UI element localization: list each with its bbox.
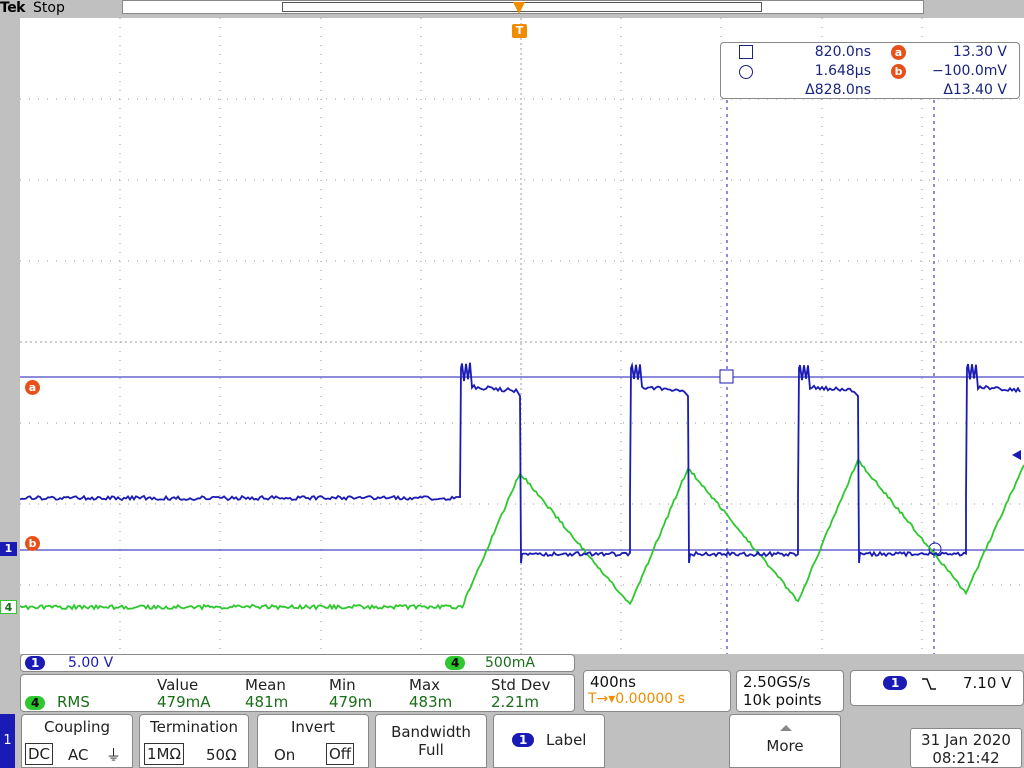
channel-menu-tab[interactable]: 1 (0, 714, 15, 768)
measurement-stddev: 2.21m (491, 693, 539, 711)
ch1-scale[interactable]: 5.00 V (68, 655, 113, 671)
coupling-ac-option[interactable]: AC (66, 745, 90, 765)
ch1-badge[interactable]: 1 (25, 656, 45, 670)
trigger-position: T→▾0.00000 s (588, 691, 685, 707)
label-button[interactable]: 1 Label (493, 714, 605, 768)
circle-cursor-icon (739, 65, 753, 79)
coupling-title: Coupling (22, 718, 132, 736)
cursor-a-marker[interactable]: a (25, 376, 40, 395)
sample-rate: 2.50GS/s (743, 673, 810, 691)
coupling-dc-option[interactable]: DC (25, 743, 53, 765)
invert-button[interactable]: Invert On Off (257, 714, 369, 768)
bandwidth-title: Bandwidth (376, 723, 486, 741)
measurement-header-value: Value (157, 676, 198, 694)
ch4-waveform (20, 460, 1024, 609)
trigger-position-marker[interactable]: T (512, 24, 527, 38)
waveform-display[interactable] (20, 18, 1024, 654)
square-cursor-icon (739, 45, 753, 59)
ch4-scale[interactable]: 500mA (485, 655, 535, 671)
trigger-level: 7.10 V (963, 674, 1011, 692)
termination-1mohm-option[interactable]: 1MΩ (144, 743, 184, 765)
trigger-level-arrow-icon (1012, 450, 1021, 460)
measurement-type: RMS (57, 693, 90, 711)
coupling-button[interactable]: Coupling DC AC ⏚ (21, 714, 133, 768)
cursor1-time: 820.0ns (761, 44, 871, 60)
ch4-ground-marker[interactable]: 4 (0, 600, 17, 614)
measurement-panel[interactable]: 4 RMS Value Mean Min Max Std Dev 479mA 4… (20, 674, 575, 712)
measurement-max: 483m (409, 693, 452, 711)
termination-title: Termination (140, 718, 248, 736)
ch1-waveform (20, 363, 1020, 563)
measurement-mean: 481m (245, 693, 288, 711)
bandwidth-button[interactable]: Bandwidth Full (375, 714, 487, 768)
cursor-b-marker[interactable]: b (25, 532, 40, 551)
invert-on-option[interactable]: On (272, 745, 297, 765)
datetime-display: 31 Jan 2020 08:21:42 (910, 728, 1022, 768)
more-button[interactable]: More (729, 714, 841, 768)
time: 08:21:42 (911, 749, 1021, 767)
coupling-ground-icon[interactable]: ⏚ (104, 745, 123, 765)
measurement-channel-badge: 4 (25, 696, 45, 710)
trigger-source-badge: 1 (883, 676, 907, 690)
ch4-badge[interactable]: 4 (445, 656, 465, 670)
date: 31 Jan 2020 (911, 731, 1021, 749)
measurement-header-stddev: Std Dev (491, 676, 550, 694)
invert-title: Invert (258, 718, 368, 736)
more-title: More (730, 737, 840, 755)
delta-time: Δ828.0ns (761, 82, 871, 98)
measurement-value: 479mA (157, 693, 211, 711)
cursor-a-value: 13.30 V (901, 44, 1007, 60)
brand-logo: Tek (0, 0, 25, 16)
waveform-layer (20, 18, 1024, 654)
cursor2-time: 1.648µs (761, 63, 871, 79)
termination-50ohm-option[interactable]: 50Ω (204, 745, 239, 765)
record-length: 10k points (743, 691, 822, 709)
delta-value: Δ13.40 V (901, 82, 1007, 98)
measurement-header-min: Min (329, 676, 356, 694)
measurement-min: 479m (329, 693, 372, 711)
trigger-panel[interactable]: 1 7.10 V (850, 670, 1024, 706)
channel-scale-bar: 1 5.00 V 4 500mA (20, 654, 575, 672)
more-chevron-icon (780, 725, 792, 731)
falling-edge-icon (921, 677, 937, 691)
label-title: Label (546, 731, 586, 749)
invert-off-option[interactable]: Off (326, 743, 354, 765)
termination-button[interactable]: Termination 1MΩ 50Ω (139, 714, 249, 768)
run-state: Stop (33, 0, 65, 16)
cursor-b-value: −100.0mV (901, 63, 1007, 79)
timebase-panel[interactable]: 400ns T→▾0.00000 s (583, 670, 731, 712)
timebase-scale: 400ns (590, 673, 636, 691)
label-channel-badge: 1 (512, 733, 534, 747)
acquisition-panel[interactable]: 2.50GS/s 10k points (736, 670, 844, 712)
cursor-readout-panel: 820.0ns 1.648µs Δ828.0ns a b 13.30 V −10… (720, 42, 1020, 99)
measurement-header-mean: Mean (245, 676, 286, 694)
ch1-ground-marker[interactable]: 1 (0, 542, 17, 556)
trigger-arrow-icon (513, 2, 525, 14)
bandwidth-value: Full (376, 741, 486, 759)
measurement-header-max: Max (409, 676, 440, 694)
